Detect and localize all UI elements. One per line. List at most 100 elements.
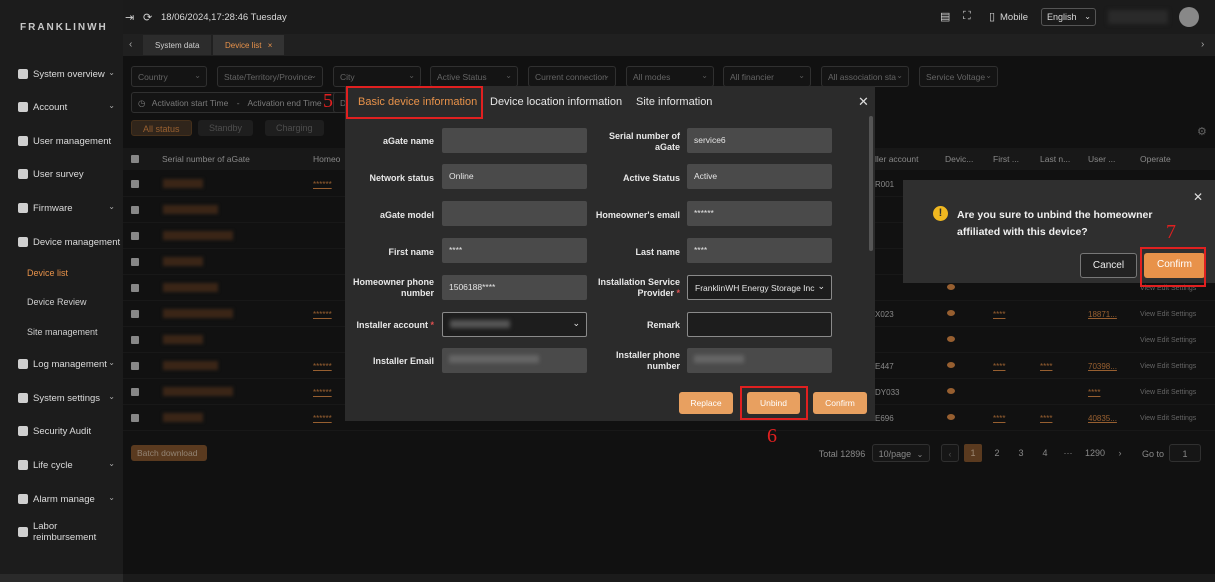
export-icon[interactable]: ▤ [940,10,950,23]
sidebar-item-label: System overview [33,68,105,80]
close-icon[interactable]: ✕ [858,94,869,110]
modal-confirm-button[interactable]: Confirm [813,392,867,414]
service-provider-select[interactable]: FranklinWH Energy Storage Inc ⌄ [687,275,832,300]
close-icon[interactable]: ✕ [1193,190,1203,204]
annotation-6: 6 [767,425,777,447]
chevron-down-icon: ⌄ [108,202,115,211]
agate-name-field[interactable] [442,128,587,153]
shield-icon [18,426,28,436]
language-select[interactable]: English ⌄ [1041,8,1096,26]
sidebar-item-labor-reimbursement[interactable]: Labor reimbursement [0,521,123,543]
annotation-box-5 [346,86,483,119]
tab-system-data[interactable]: System data [143,35,212,55]
required-marker: * [673,288,680,298]
installer-email-field[interactable] [442,348,587,373]
sidebar-item-system-overview[interactable]: System overview ⌄ [0,63,123,85]
label-text: Installation Service Provider [597,277,680,298]
network-status-field[interactable]: Online [442,164,587,189]
sidebar-item-firmware[interactable]: Firmware ⌄ [0,197,123,219]
installer-phone-field[interactable] [687,348,832,373]
logo: FRANKLINWH [20,22,108,33]
modal-scrollbar[interactable] [869,116,873,251]
tab-label: Device list [225,41,262,50]
chevron-down-icon: ⌄ [817,281,825,291]
annotation-box-7 [1140,247,1206,287]
replace-button[interactable]: Replace [679,392,733,414]
sidebar-item-label: Life cycle [33,459,73,471]
chevron-right-icon[interactable]: › [1201,39,1204,50]
sidebar-item-account[interactable]: Account ⌄ [0,96,123,118]
required-marker: * [427,320,434,330]
mobile-label[interactable]: Mobile [1000,12,1028,23]
chevron-down-icon: ⌄ [108,68,115,77]
sidebar-sub-device-list[interactable]: Device list [27,268,68,278]
cancel-button[interactable]: Cancel [1080,253,1137,278]
agate-name-label: aGate name [382,136,434,146]
first-name-field[interactable]: **** [442,238,587,263]
sidebar-item-life-cycle[interactable]: Life cycle ⌄ [0,454,123,476]
sidebar-item-log-management[interactable]: Log management ⌄ [0,353,123,375]
homeowner-phone-field[interactable]: 1506188**** [442,275,587,300]
sidebar-item-label: System settings [33,392,101,404]
chevron-left-icon[interactable]: ‹ [129,39,132,50]
sidebar-item-user-management[interactable]: User management [0,130,123,152]
survey-icon [18,169,28,179]
sidebar-sub-device-review[interactable]: Device Review [27,297,87,307]
chevron-down-icon: ⌄ [108,101,115,110]
tab-site-information[interactable]: Site information [636,96,712,108]
header: ⇥ ⟳ 18/06/2024,17:28:46 Tuesday ▤ ⛶ ▯ Mo… [123,0,1215,34]
serial-number-field[interactable]: service6 [687,128,832,153]
label-text: Installer account [356,320,428,330]
chevron-down-icon: ⌄ [108,392,115,401]
redacted-value [449,355,539,363]
reimburse-icon [18,527,28,537]
page-tabs-bar: ‹ System data Device list × › [123,34,1215,56]
active-status-field[interactable]: Active [687,164,832,189]
collapse-menu-icon[interactable]: ⇥ [125,11,134,24]
log-icon [18,359,28,369]
mobile-icon[interactable]: ▯ [989,10,995,23]
refresh-icon[interactable]: ⟳ [143,11,152,24]
sidebar-item-label: Account [33,101,68,113]
sidebar-item-label: Labor reimbursement [32,521,97,543]
confirm-message: Are you sure to unbind the homeowner aff… [957,209,1153,238]
chevron-down-icon: ⌄ [1084,12,1091,21]
installer-account-select[interactable]: ⌄ [442,312,587,337]
homeowner-email-label: Homeowner's email [595,210,680,220]
sidebar-item-label: Alarm manage [33,493,95,505]
sidebar-item-system-settings[interactable]: System settings ⌄ [0,387,123,409]
installer-account-label: Installer account * [345,320,434,331]
users-icon [18,136,28,146]
avatar[interactable] [1179,7,1199,27]
homeowner-email-field[interactable]: ****** [687,201,832,226]
sidebar-sub-site-management[interactable]: Site management [27,327,98,337]
agate-model-field[interactable] [442,201,587,226]
installer-phone-label: Installer phone number [615,350,680,371]
sidebar-item-security-audit[interactable]: Security Audit [0,420,123,442]
lifecycle-icon [18,460,28,470]
gear-icon [18,393,28,403]
tab-device-location-information[interactable]: Device location information [490,96,622,108]
first-name-label: First name [388,247,434,257]
redacted-value [694,355,744,363]
last-name-label: Last name [635,247,680,257]
sidebar-item-alarm-manage[interactable]: Alarm manage ⌄ [0,488,123,510]
sidebar-item-device-management[interactable]: Device management [0,231,123,253]
last-name-field[interactable]: **** [687,238,832,263]
installer-email-label: Installer Email [372,356,434,366]
redacted-value [450,320,510,328]
sidebar-item-label: User survey [33,168,84,180]
remark-field[interactable] [687,312,832,337]
active-status-label: Active Status [622,173,680,183]
chevron-down-icon: ⌄ [108,358,115,367]
fullscreen-icon[interactable]: ⛶ [963,10,971,23]
chevron-down-icon: ⌄ [108,459,115,468]
close-icon[interactable]: × [268,41,273,50]
datetime: 18/06/2024,17:28:46 Tuesday [161,12,287,23]
firmware-icon [18,203,28,213]
device-info-modal: Basic device information Device location… [345,86,875,421]
tab-device-list[interactable]: Device list × [213,35,285,55]
serial-number-label: Serial number of aGate [608,131,680,152]
network-status-label: Network status [369,173,434,183]
sidebar-item-user-survey[interactable]: User survey [0,163,123,185]
